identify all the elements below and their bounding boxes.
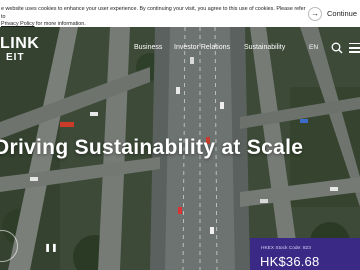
cookie-text-line1: e website uses cookies to enhance your u… [1,6,306,20]
hamburger-menu-icon[interactable] [349,43,360,53]
nav-investor-relations[interactable]: Investor Relations [174,44,230,51]
hero-headline: Driving Sustainability at Scale [0,136,304,159]
nav-business[interactable]: Business [134,44,162,51]
logo-text-line1: LINK [0,35,40,52]
pause-icon[interactable]: ❚❚ [44,241,58,253]
search-icon[interactable] [331,42,343,54]
stock-price-value: HK$36.68 [260,254,320,269]
link-reit-logo[interactable]: LINK EIT [0,36,39,64]
cookie-message: e website uses cookies to enhance your u… [1,6,306,29]
stock-code-label: HKEX Stock Code: 823 [261,246,311,251]
stock-price-card[interactable]: HKEX Stock Code: 823 HK$36.68 [250,238,360,270]
cookie-banner: e website uses cookies to enhance your u… [0,0,360,27]
cookie-text-line2: for more information. [34,21,86,27]
nav-sustainability[interactable]: Sustainability [244,44,285,51]
language-selector[interactable]: EN [309,44,318,51]
privacy-policy-link[interactable]: Privacy Policy [1,21,35,27]
logo-text-line2: EIT [6,52,25,63]
continue-button[interactable]: → Continue [308,5,360,22]
continue-label: Continue [327,9,358,18]
arrow-right-icon: → [308,6,322,21]
